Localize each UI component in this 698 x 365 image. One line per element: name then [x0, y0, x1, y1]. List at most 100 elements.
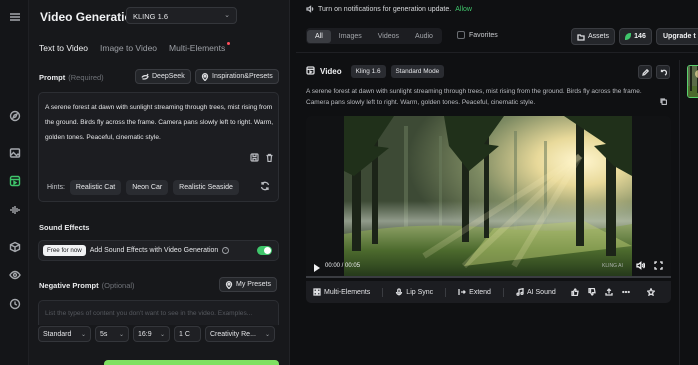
star-icon[interactable] — [647, 288, 655, 296]
filter-videos[interactable]: Videos — [370, 30, 407, 43]
sound-effects-label: Sound Effects — [39, 223, 90, 232]
multi-elements-label: Multi-Elements — [324, 288, 371, 296]
audio-wave-icon[interactable] — [8, 203, 21, 216]
assets-label: Assets — [587, 33, 609, 40]
tab-image-to-video[interactable]: Image to Video — [100, 43, 157, 53]
hint-chip[interactable]: Realistic Cat — [69, 180, 122, 195]
copy-icon[interactable] — [660, 98, 668, 107]
prompt-label-text: Prompt — [39, 73, 66, 82]
negative-prompt-placeholder: List the types of content you don't want… — [45, 310, 253, 317]
divider — [679, 60, 680, 365]
compass-icon[interactable] — [8, 109, 21, 122]
filter-all[interactable]: All — [307, 29, 331, 43]
video-icon — [306, 66, 315, 77]
divider — [296, 52, 698, 53]
refresh-icon[interactable] — [260, 181, 270, 193]
chevron-down-icon: ⌄ — [80, 331, 86, 338]
video-title: Video — [320, 67, 342, 76]
prompt-required: (Required) — [68, 73, 104, 82]
ai-sound-action[interactable]: AI Sound — [516, 288, 556, 296]
ratio-value: 16:9 — [138, 330, 152, 338]
mic-icon — [396, 288, 403, 296]
lip-sync-label: Lip Sync — [406, 288, 434, 296]
my-presets-button[interactable]: My Presets — [219, 277, 278, 292]
tab-multi-elements[interactable]: Multi-Elements — [169, 42, 231, 53]
favorites-checkbox[interactable] — [457, 31, 465, 39]
favorites-label: Favorites — [469, 31, 498, 39]
divider — [382, 287, 384, 297]
credits-button[interactable]: 146 — [619, 28, 652, 45]
pin-icon — [201, 72, 209, 81]
hints-label: Hints: — [47, 184, 65, 191]
extend-action[interactable]: Extend — [458, 288, 491, 296]
deepseek-button[interactable]: DeepSeek — [135, 69, 191, 84]
inspiration-presets-button[interactable]: Inspiration&Presets — [195, 69, 279, 84]
help-icon[interactable]: ? — [222, 247, 230, 254]
creativity-select[interactable]: Creativity Re... ⌄ — [205, 326, 275, 342]
ratio-select[interactable]: 16:9 ⌄ — [133, 326, 170, 342]
watermark: KLING AI — [602, 263, 623, 269]
chevron-down-icon: ⌄ — [159, 331, 165, 338]
generation-tabs: Text to Video Image to Video Multi-Eleme… — [39, 42, 231, 53]
negative-prompt-input[interactable]: List the types of content you don't want… — [38, 300, 279, 325]
hint-chip[interactable]: Realistic Seaside — [173, 180, 239, 195]
regenerate-button[interactable] — [656, 65, 670, 79]
extend-label: Extend — [469, 288, 491, 296]
favorites-filter[interactable]: Favorites — [457, 31, 498, 39]
duration-value: 5s — [100, 330, 108, 338]
image-icon[interactable] — [8, 146, 21, 159]
thumbnail-image — [688, 66, 698, 97]
more-icon[interactable] — [622, 288, 630, 296]
extend-icon — [458, 289, 467, 295]
mode-select[interactable]: Standard ⌄ — [38, 326, 91, 342]
lip-sync-action[interactable]: Lip Sync — [395, 288, 433, 296]
video-progress-bar[interactable] — [306, 276, 671, 278]
save-icon[interactable] — [250, 153, 259, 162]
video-description: A serene forest at dawn with sunlight st… — [306, 88, 642, 106]
negative-prompt-label: Negative Prompt (Optional) — [39, 281, 135, 290]
fullscreen-icon[interactable] — [654, 261, 663, 272]
volume-icon[interactable] — [636, 261, 646, 272]
prompt-textarea[interactable]: A serene forest at dawn with sunlight st… — [38, 92, 279, 202]
box-icon[interactable] — [8, 240, 21, 253]
video-controls: 00:00 / 00:05 KLING AI — [306, 255, 671, 277]
allow-link[interactable]: Allow — [455, 6, 472, 13]
assets-button[interactable]: Assets — [571, 28, 615, 45]
upgrade-button[interactable]: Upgrade t — [656, 28, 698, 45]
leaf-icon — [625, 33, 632, 40]
play-icon[interactable] — [314, 264, 320, 272]
duration-select[interactable]: 5s ⌄ — [95, 326, 129, 342]
tab-text-to-video[interactable]: Text to Video — [39, 43, 88, 53]
sound-effects-toggle[interactable] — [257, 246, 272, 255]
eye-icon[interactable] — [8, 268, 21, 281]
video-card-header: Video Kling 1.6 Standard Mode — [306, 65, 445, 78]
generate-button[interactable] — [104, 360, 279, 365]
thumbs-down-icon[interactable] — [588, 288, 596, 296]
history-icon[interactable] — [8, 297, 21, 310]
count-select[interactable]: 1 C — [174, 326, 201, 342]
video-icon[interactable] — [8, 174, 21, 187]
trash-icon[interactable] — [265, 153, 274, 163]
generation-panel: Video Generation KLING 1.6 ⌄ Text to Vid… — [29, 0, 290, 365]
ai-sound-label: AI Sound — [526, 288, 556, 296]
filter-images[interactable]: Images — [331, 30, 370, 43]
model-select[interactable]: KLING 1.6 ⌄ — [126, 7, 237, 24]
video-player[interactable]: 00:00 / 00:05 KLING AI — [306, 116, 671, 277]
divider — [502, 287, 504, 297]
speaker-icon — [306, 5, 314, 13]
folder-icon — [577, 33, 585, 41]
filter-audio[interactable]: Audio — [407, 30, 441, 43]
multi-elements-action[interactable]: Multi-Elements — [313, 288, 370, 296]
menu-icon[interactable] — [8, 10, 21, 23]
share-icon[interactable] — [605, 288, 613, 296]
page-title: Video Generation — [40, 10, 140, 24]
count-value: 1 C — [179, 330, 190, 338]
thumbs-up-icon[interactable] — [571, 288, 579, 296]
hint-chip[interactable]: Neon Car — [126, 180, 169, 195]
model-tag: Kling 1.6 — [350, 65, 386, 78]
pencil-icon — [641, 68, 649, 76]
new-dot — [227, 42, 231, 45]
deepseek-label: DeepSeek — [152, 73, 185, 80]
video-thumbnail[interactable] — [687, 65, 698, 98]
edit-button[interactable] — [638, 65, 652, 79]
